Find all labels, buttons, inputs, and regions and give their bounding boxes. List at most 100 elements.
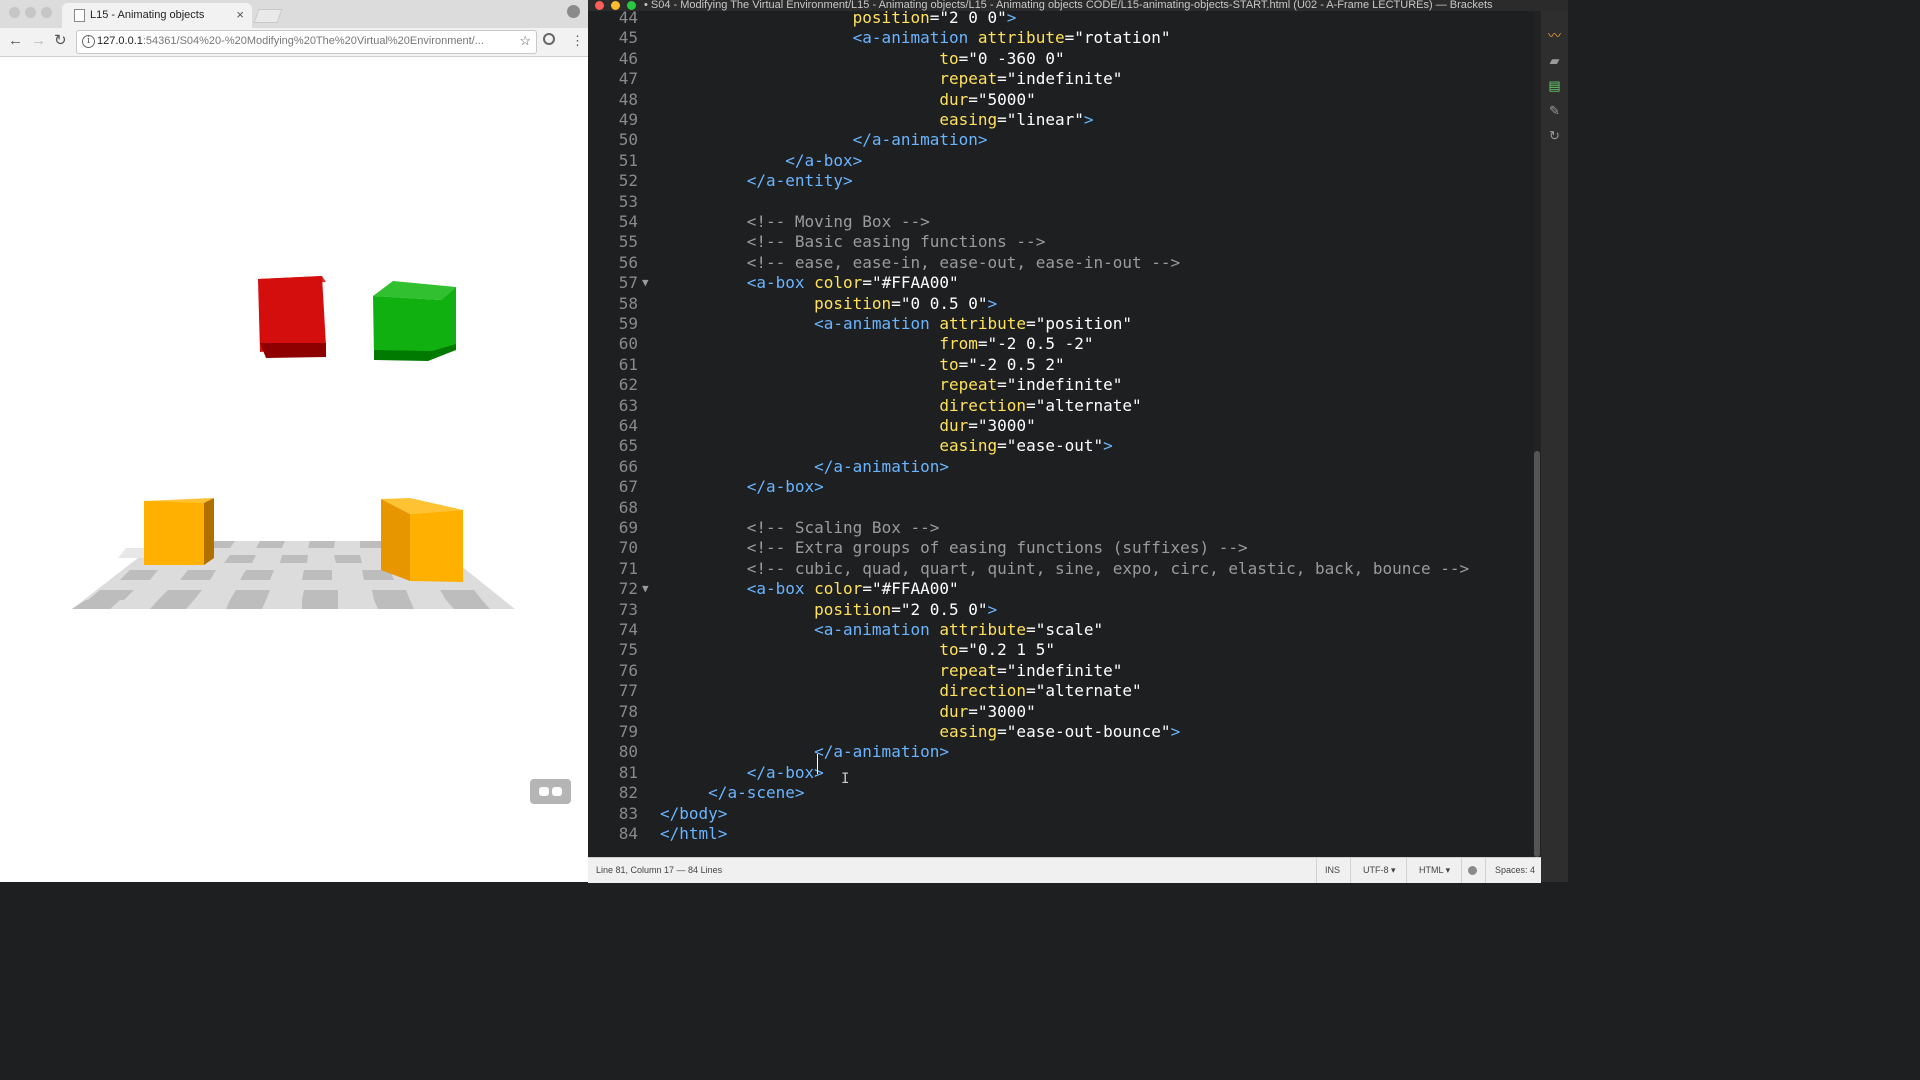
code-text: to="0.2 1 5" xyxy=(660,640,1055,660)
code-line[interactable]: 53 xyxy=(588,192,1531,212)
code-line[interactable]: 58 position="0 0.5 0"> xyxy=(588,294,1531,314)
code-token: </html> xyxy=(660,824,728,843)
code-line[interactable]: 78 dur="3000" xyxy=(588,702,1531,722)
code-line[interactable]: 77 direction="alternate" xyxy=(588,681,1531,701)
code-line[interactable]: 74 <a-animation attribute="scale" xyxy=(588,620,1531,640)
code-line[interactable]: 69 <!-- Scaling Box --> xyxy=(588,518,1531,538)
code-line[interactable]: 60 from="-2 0.5 -2" xyxy=(588,334,1531,354)
code-line[interactable]: 52 </a-entity> xyxy=(588,171,1531,191)
code-text: <a-box color="#FFAA00" xyxy=(660,579,959,599)
code-line[interactable]: 61 to="-2 0.5 2" xyxy=(588,355,1531,375)
line-number: 61 xyxy=(618,354,638,374)
reload-icon[interactable]: ↻ xyxy=(54,33,67,49)
new-tab-button[interactable] xyxy=(253,9,283,23)
code-line[interactable]: 57 ▼ <a-box color="#FFAA00" xyxy=(588,273,1531,293)
code-token: attribute xyxy=(939,620,1027,639)
line-number: 52 xyxy=(618,171,638,191)
live-preview-icon[interactable]: 〰 xyxy=(1547,28,1562,43)
code-line[interactable]: 75 to="0.2 1 5" xyxy=(588,640,1531,660)
back-icon[interactable]: ← xyxy=(8,33,23,49)
editor-close-button[interactable] xyxy=(595,1,604,10)
scrollbar-thumb[interactable] xyxy=(1534,451,1540,857)
code-line[interactable]: 56 <!-- ease, ease-in, ease-out, ease-in… xyxy=(588,253,1531,273)
code-token: > xyxy=(1083,110,1094,129)
fold-toggle-icon[interactable]: ▼ xyxy=(642,273,649,293)
tab-close-icon[interactable]: × xyxy=(236,7,244,22)
fold-toggle-icon[interactable]: ▼ xyxy=(642,579,649,599)
browser-menu-icon[interactable]: ⋮ xyxy=(571,33,584,49)
code-line[interactable]: 47 repeat="indefinite" xyxy=(588,69,1531,89)
code-token: = xyxy=(968,701,978,721)
code-line[interactable]: 54 <!-- Moving Box --> xyxy=(588,212,1531,232)
code-line[interactable]: 59 <a-animation attribute="position" xyxy=(588,314,1531,334)
code-line[interactable]: 73 position="2 0.5 0"> xyxy=(588,600,1531,620)
extension-icon[interactable] xyxy=(543,33,555,45)
profile-icon[interactable] xyxy=(567,5,580,18)
code-line[interactable]: 50 </a-animation> xyxy=(588,130,1531,150)
code-line[interactable]: 81 </a-box> xyxy=(588,763,1531,783)
yellow-box-left xyxy=(144,498,214,565)
code-line[interactable]: 84 </html> xyxy=(588,824,1531,844)
code-token: direction xyxy=(939,681,1027,701)
site-info-icon[interactable]: i xyxy=(82,35,95,48)
code-token: repeat xyxy=(939,375,998,395)
insert-mode-toggle[interactable]: INS xyxy=(1325,865,1340,875)
window-close-button[interactable] xyxy=(9,7,20,18)
code-token: direction xyxy=(939,395,1027,415)
sync-icon[interactable]: ↻ xyxy=(1547,128,1562,143)
code-token: "ease-out-bounce" xyxy=(1006,722,1171,741)
address-bar[interactable]: i 127.0.0.1:54361/S04%20-%20Modifying%20… xyxy=(76,30,537,54)
extension-manager-icon[interactable]: ▰ xyxy=(1547,53,1562,68)
code-line[interactable]: 64 dur="3000" xyxy=(588,416,1531,436)
forward-icon[interactable]: → xyxy=(31,33,46,49)
vr-mode-button[interactable] xyxy=(530,779,571,804)
line-number: 74 xyxy=(618,620,638,639)
code-line[interactable]: 68 xyxy=(588,498,1531,518)
code-line[interactable]: 49 easing="linear"> xyxy=(588,110,1531,130)
code-line[interactable]: 62 repeat="indefinite" xyxy=(588,375,1531,395)
linter-status-icon[interactable] xyxy=(1468,866,1477,875)
tools-icon[interactable]: ✎ xyxy=(1547,103,1562,118)
code-token: "0 -360 0" xyxy=(968,48,1065,68)
extension-icon[interactable]: ▤ xyxy=(1547,78,1562,93)
code-line[interactable]: 79 easing="ease-out-bounce"> xyxy=(588,722,1531,742)
window-zoom-button[interactable] xyxy=(41,7,52,18)
aframe-scene-viewport[interactable] xyxy=(0,57,588,882)
code-token: "0.2 1 5" xyxy=(968,640,1055,660)
code-editor[interactable]: 44 position="2 0 0"> 45 <a-animation attr… xyxy=(588,11,1531,857)
code-line[interactable]: 72 ▼ <a-box color="#FFAA00" xyxy=(588,579,1531,599)
encoding-select[interactable]: UTF-8 ▾ xyxy=(1363,865,1396,876)
code-line[interactable]: 76 repeat="indefinite" xyxy=(588,661,1531,681)
code-line[interactable]: 82 </a-scene> xyxy=(588,783,1531,803)
editor-zoom-button[interactable] xyxy=(627,1,636,10)
editor-scrollbar[interactable] xyxy=(1533,11,1541,857)
window-minimize-button[interactable] xyxy=(25,7,36,18)
code-line[interactable]: 66 </a-animation> xyxy=(588,457,1531,477)
browser-tab[interactable]: L15 - Animating objects × xyxy=(62,3,252,28)
code-line[interactable]: 83 </body> xyxy=(588,804,1531,824)
code-line[interactable]: 48 dur="5000" xyxy=(588,90,1531,110)
code-line[interactable]: 44 position="2 0 0"> xyxy=(588,11,1531,28)
code-line[interactable]: 80 </a-animation> xyxy=(588,742,1531,762)
bookmark-star-icon[interactable]: ☆ xyxy=(519,33,531,49)
code-line[interactable]: 63 direction="alternate" xyxy=(588,396,1531,416)
url-text[interactable]: 127.0.0.1:54361/S04%20-%20Modifying%20Th… xyxy=(97,35,507,47)
code-line[interactable]: 67 </a-box> xyxy=(588,477,1531,497)
code-line[interactable]: 71 <!-- cubic, quad, quart, quint, sine,… xyxy=(588,559,1531,579)
editor-minimize-button[interactable] xyxy=(611,1,620,10)
code-line[interactable]: 46 to="0 -360 0" xyxy=(588,49,1531,69)
code-line[interactable]: 45 <a-animation attribute="rotation" xyxy=(588,28,1531,48)
code-token: to xyxy=(939,640,959,660)
code-line[interactable]: 51 </a-box> xyxy=(588,151,1531,171)
code-line[interactable]: 70 <!-- Extra groups of easing functions… xyxy=(588,538,1531,558)
indent-setting[interactable]: Spaces: 4 xyxy=(1495,865,1535,875)
code-line[interactable]: 65 easing="ease-out"> xyxy=(588,436,1531,456)
code-line[interactable]: 55 <!-- Basic easing functions --> xyxy=(588,232,1531,252)
language-select[interactable]: HTML ▾ xyxy=(1419,865,1450,876)
